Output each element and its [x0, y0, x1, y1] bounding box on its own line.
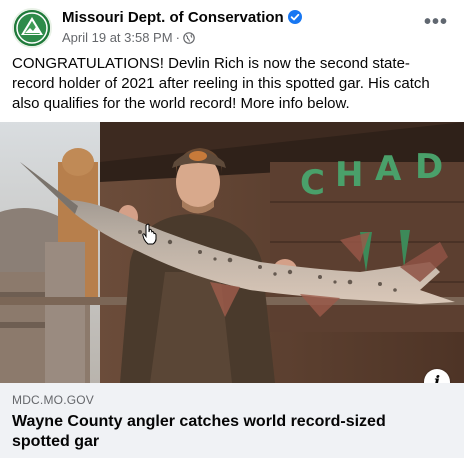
verified-badge-icon [287, 10, 302, 24]
page-avatar[interactable] [12, 8, 52, 48]
page-name[interactable]: Missouri Dept. of Conservation [62, 9, 302, 26]
sign-letter: H [335, 155, 363, 195]
hand-cursor-icon [142, 223, 157, 245]
link-preview[interactable]: MDC.MO.GOV Wayne County angler catches w… [0, 383, 464, 458]
link-title[interactable]: Wayne County angler catches world record… [12, 412, 432, 452]
sign-letter: D [415, 147, 443, 187]
post-caption: CONGRATULATIONS! Devlin Rich is now the … [12, 55, 430, 112]
post-meta: April 19 at 3:58 PM · [62, 30, 195, 45]
post-header: Missouri Dept. of Conservation April 19 … [12, 8, 452, 48]
post-photo[interactable]: C H A D i [0, 122, 464, 383]
more-options-button[interactable]: ••• [420, 12, 452, 40]
angler-with-gar-photo: C H A D [0, 122, 464, 383]
globe-icon[interactable] [183, 32, 195, 44]
mdc-logo-icon [14, 10, 50, 46]
facebook-post: Missouri Dept. of Conservation April 19 … [0, 0, 464, 458]
post-timestamp[interactable]: April 19 at 3:58 PM [62, 30, 173, 45]
page-name-text[interactable]: Missouri Dept. of Conservation [62, 9, 284, 26]
link-domain: MDC.MO.GOV [12, 393, 94, 407]
sign-letter: C [300, 163, 325, 203]
meta-separator: · [175, 30, 180, 45]
sign-letter: A [375, 149, 402, 189]
